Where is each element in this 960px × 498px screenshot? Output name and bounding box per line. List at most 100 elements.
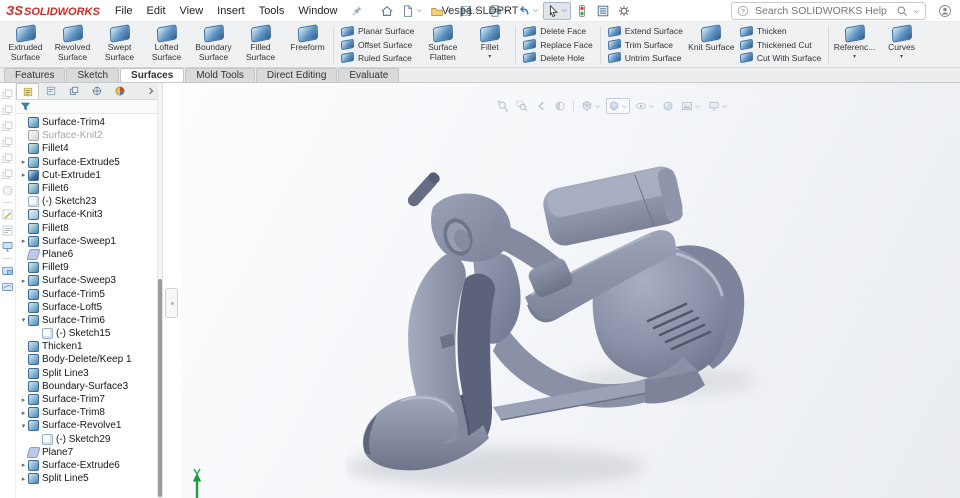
tree-item-surface-knit2[interactable]: Surface-Knit2 <box>16 129 162 142</box>
monitor-tool-button[interactable] <box>1 240 14 253</box>
body-folder-button[interactable] <box>1 264 14 277</box>
tree-item-body-delete-keep-1[interactable]: Body-Delete/Keep 1 <box>16 353 162 366</box>
open-button[interactable] <box>427 2 455 20</box>
help-search[interactable]: ? <box>731 2 926 20</box>
tree-scrollbar[interactable] <box>157 83 162 498</box>
print-button[interactable] <box>485 2 513 20</box>
tree-item-sketch15[interactable]: (-) Sketch15 <box>16 327 162 340</box>
filled-surface-button[interactable]: Filled Surface <box>237 23 284 66</box>
search-icon[interactable] <box>896 5 908 17</box>
boundary-surface-button[interactable]: Boundary Surface <box>190 23 237 66</box>
cut-with-surface-button[interactable]: Cut With Surface <box>739 52 821 64</box>
knit-surface-button[interactable]: Knit Surface <box>688 23 735 66</box>
panel-tab-featuremanager[interactable] <box>16 83 39 99</box>
tab-direct-editing[interactable]: Direct Editing <box>255 68 338 82</box>
tab-evaluate[interactable]: Evaluate <box>338 68 400 82</box>
menu-file[interactable]: File <box>108 5 140 17</box>
tree-item-fillet6[interactable]: Fillet6 <box>16 182 162 195</box>
delete-hole-button[interactable]: Delete Hole <box>523 52 592 64</box>
menu-window[interactable]: Window <box>291 5 344 17</box>
expand-arrow[interactable]: ▸ <box>19 409 28 417</box>
options-list-button[interactable] <box>593 2 613 20</box>
tree-item-surface-trim8[interactable]: ▸ Surface-Trim8 <box>16 406 162 419</box>
planar-surface-button[interactable]: Planar Surface <box>340 25 414 37</box>
tree-scrollbar-thumb[interactable] <box>158 279 162 497</box>
extruded-surface-button[interactable]: Extruded Surface <box>2 23 49 66</box>
rebuild-button[interactable] <box>572 2 592 20</box>
ghost-cube-button[interactable] <box>1 152 14 165</box>
expand-arrow[interactable]: ▸ <box>19 158 28 166</box>
tab-surfaces[interactable]: Surfaces <box>120 68 185 82</box>
tree-item-surface-knit3[interactable]: Surface-Knit3 <box>16 208 162 221</box>
user-account-icon[interactable] <box>938 4 952 18</box>
home-button[interactable] <box>377 2 397 20</box>
panel-tab-dimxpert[interactable] <box>85 83 108 99</box>
pin-icon[interactable] <box>351 5 363 17</box>
save-button[interactable] <box>456 2 484 20</box>
menu-view[interactable]: View <box>173 5 211 17</box>
ghost-cube-button[interactable] <box>1 88 14 101</box>
expand-arrow[interactable]: ▾ <box>19 316 28 324</box>
panel-splitter[interactable] <box>164 83 181 498</box>
referenc-button[interactable]: Referenc... ▾ <box>831 23 878 66</box>
new-document-button[interactable] <box>398 2 426 20</box>
tree-item-fillet9[interactable]: Fillet9 <box>16 261 162 274</box>
tree-item-split-line3[interactable]: Split Line3 <box>16 367 162 380</box>
tree-item-plane7[interactable]: Plane7 <box>16 446 162 459</box>
ghost-cube-button[interactable] <box>1 104 14 117</box>
splitter-grip[interactable] <box>165 288 178 318</box>
extend-surface-button[interactable]: Extend Surface <box>607 25 683 37</box>
tree-item-boundary-surface3[interactable]: Boundary-Surface3 <box>16 380 162 393</box>
help-search-input[interactable] <box>753 4 892 18</box>
expand-arrow[interactable]: ▸ <box>19 461 28 469</box>
graphics-area[interactable] <box>181 83 960 498</box>
lofted-surface-button[interactable]: Lofted Surface <box>143 23 190 66</box>
select-cursor-button[interactable] <box>542 1 571 20</box>
display-style-button[interactable] <box>606 98 630 114</box>
delete-face-button[interactable]: Delete Face <box>523 25 592 37</box>
thickened-cut-button[interactable]: Thickened Cut <box>739 38 821 51</box>
tree-item-fillet8[interactable]: Fillet8 <box>16 222 162 235</box>
tree-item-fillet4[interactable]: Fillet4 <box>16 142 162 155</box>
tree-item-surface-trim4[interactable]: Surface-Trim4 <box>16 116 162 129</box>
freeform-button[interactable]: Freeform <box>284 23 331 66</box>
tree-item-cut-extrude1[interactable]: ▸ Cut-Extrude1 <box>16 169 162 182</box>
tree-item-surface-sweep3[interactable]: ▸ Surface-Sweep3 <box>16 274 162 287</box>
surface-folder-button[interactable] <box>1 280 14 293</box>
tree-item-surface-trim6[interactable]: ▾ Surface-Trim6 <box>16 314 162 327</box>
undo-button[interactable] <box>514 2 542 20</box>
menu-insert[interactable]: Insert <box>210 5 252 17</box>
tree-item-thicken1[interactable]: Thicken1 <box>16 340 162 353</box>
ghost-cube-button[interactable] <box>1 168 14 181</box>
ruled-surface-button[interactable]: Ruled Surface <box>340 52 414 64</box>
swept-surface-button[interactable]: Swept Surface <box>96 23 143 66</box>
tree-item-sketch23[interactable]: (-) Sketch23 <box>16 195 162 208</box>
section-view-button[interactable] <box>552 98 568 114</box>
tree-item-sketch29[interactable]: (-) Sketch29 <box>16 433 162 446</box>
tree-item-surface-extrude6[interactable]: ▸ Surface-Extrude6 <box>16 459 162 472</box>
expand-arrow[interactable]: ▸ <box>19 171 28 179</box>
menu-tools[interactable]: Tools <box>252 5 292 17</box>
view-orientation-button[interactable] <box>579 98 603 114</box>
zoom-area-button[interactable] <box>514 98 530 114</box>
ghost-sphere-button[interactable] <box>1 184 14 197</box>
zoom-fit-button[interactable] <box>495 98 511 114</box>
tree-item-surface-revolve1[interactable]: ▾ Surface-Revolve1 <box>16 419 162 432</box>
untrim-surface-button[interactable]: Untrim Surface <box>607 52 683 64</box>
view-settings-button[interactable] <box>706 98 730 114</box>
tree-item-plane6[interactable]: Plane6 <box>16 248 162 261</box>
fillet-button[interactable]: Fillet ▾ <box>466 23 513 66</box>
expand-arrow[interactable]: ▸ <box>19 237 28 245</box>
apply-scene-button[interactable] <box>679 98 703 114</box>
settings-gear-button[interactable] <box>614 2 634 20</box>
expand-arrow[interactable]: ▸ <box>19 277 28 285</box>
expand-arrow[interactable]: ▸ <box>19 396 28 404</box>
tree-item-surface-extrude5[interactable]: ▸ Surface-Extrude5 <box>16 156 162 169</box>
offset-surface-button[interactable]: Offset Surface <box>340 38 414 51</box>
ghost-cube-button[interactable] <box>1 120 14 133</box>
tab-sketch[interactable]: Sketch <box>66 68 120 82</box>
revolved-surface-button[interactable]: Revolved Surface <box>49 23 96 66</box>
tree-item-surface-trim7[interactable]: ▸ Surface-Trim7 <box>16 393 162 406</box>
tree-filter-bar[interactable] <box>16 100 162 114</box>
expand-arrow[interactable]: ▾ <box>19 422 28 430</box>
